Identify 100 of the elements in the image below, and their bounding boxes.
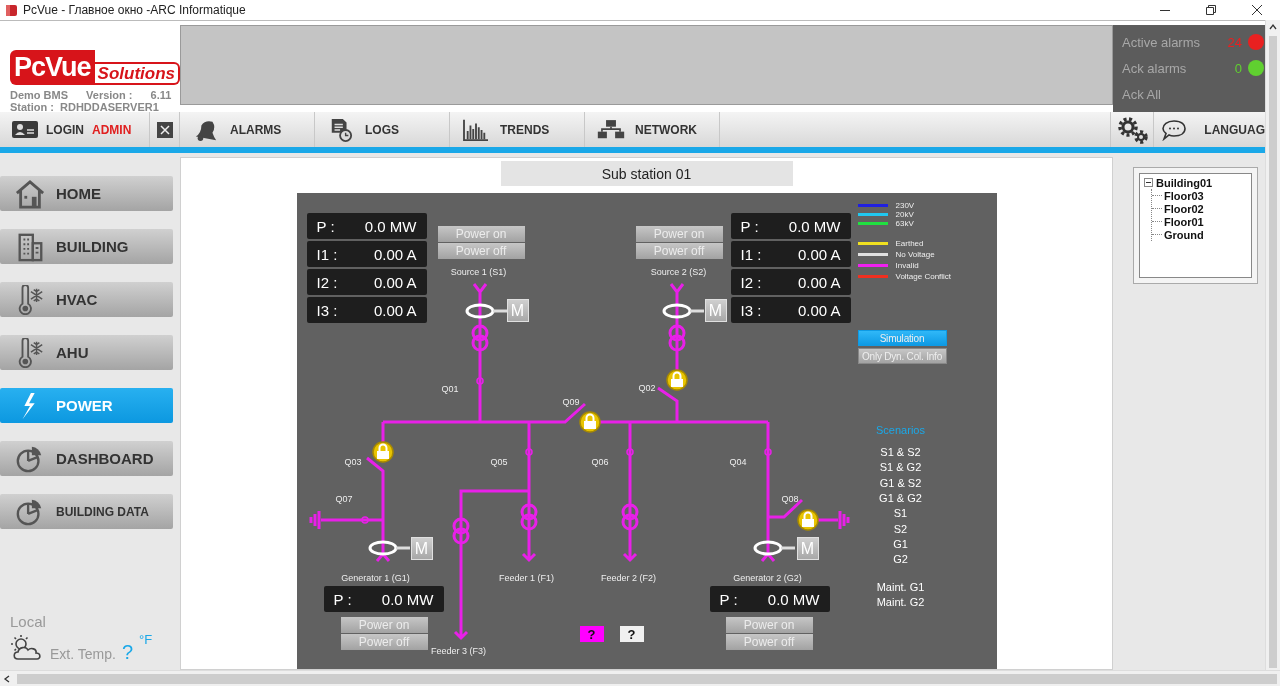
current-sensor-icon — [368, 540, 410, 556]
nav-button[interactable]: BUILDING — [0, 229, 173, 264]
breaker-node-icon[interactable] — [475, 377, 484, 385]
scenario-link[interactable]: G1 & G2 — [879, 490, 922, 507]
meter-value: 0.0 MW — [364, 217, 417, 235]
vertical-scrollbar[interactable] — [1265, 20, 1280, 670]
transformer-icon — [452, 517, 469, 545]
legend-label: 20kV — [895, 210, 914, 219]
nav-button[interactable]: BUILDING DATA — [0, 494, 173, 529]
nav-button[interactable]: DASHBOARD — [0, 441, 173, 476]
breaker-label: Q03 — [344, 457, 362, 467]
breaker-label: Q08 — [781, 494, 799, 504]
meter-label: I2 : — [740, 273, 762, 291]
breaker-label: Q06 — [591, 457, 609, 467]
lock-icon[interactable] — [796, 509, 819, 531]
transformer-icon — [621, 503, 638, 531]
tree-item[interactable]: Ground — [1164, 228, 1204, 241]
legend-label: No Voltage — [895, 250, 935, 259]
lock-icon[interactable] — [371, 441, 394, 463]
nav-button[interactable]: HOME — [0, 176, 173, 211]
help-button[interactable]: ? — [579, 626, 604, 642]
source-label: Source 1 (S1) — [449, 267, 508, 277]
feeder-label: Feeder 2 (F2) — [600, 573, 657, 583]
maintenance-link[interactable]: Maint. G1 — [876, 579, 925, 595]
scenario-link[interactable]: S2 — [893, 521, 908, 537]
weather-cloud-sun-icon — [10, 634, 44, 662]
scroll-left-icon[interactable] — [3, 674, 11, 683]
window-title: PcVue - Главное окно -ARC Informatique — [23, 3, 247, 17]
breaker-node-icon[interactable] — [360, 516, 369, 524]
alarm-count: 24 — [1227, 34, 1242, 50]
legend-label: Voltage Conflict — [895, 272, 952, 281]
tree-item[interactable]: Floor03 — [1164, 189, 1204, 202]
legend-label: 63kV — [895, 219, 914, 228]
breaker-label: Q05 — [490, 457, 508, 467]
temperature-unit: °F — [139, 632, 153, 647]
version-label: Version : — [86, 89, 133, 101]
breaker-label: Q02 — [638, 383, 656, 393]
meter-value: 0.00 A — [373, 245, 417, 263]
tree-item[interactable]: Building01 — [1156, 176, 1213, 189]
collapse-icon[interactable] — [1144, 178, 1153, 187]
logo-tagline: Solutions — [94, 62, 180, 85]
scenario-link[interactable]: S1 & S2 — [880, 445, 921, 461]
meter-value: 0.0 MW — [381, 590, 434, 608]
lock-icon[interactable] — [665, 369, 688, 391]
bar-chart-icon — [462, 117, 490, 142]
breaker-label: Q07 — [335, 494, 353, 504]
logo-brand: PcVue — [10, 50, 95, 85]
ground-icon — [838, 509, 849, 531]
meter-value: 0.00 A — [373, 273, 417, 291]
alarm-label: Active alarms — [1122, 34, 1202, 50]
scenario-link[interactable]: G2 — [893, 552, 908, 568]
station-label: Station : — [10, 101, 54, 113]
alarm-count: 0 — [1234, 60, 1242, 76]
restore-icon[interactable] — [1206, 5, 1216, 15]
station-value: RDHDDASERVER1 — [60, 101, 159, 113]
breaker-node-icon[interactable] — [524, 448, 533, 456]
scenario-link[interactable]: S1 & G2 — [879, 460, 922, 476]
current-sensor-icon — [465, 303, 507, 319]
meter-label: I2 : — [316, 273, 338, 291]
source-label: Source 2 (S2) — [649, 267, 708, 277]
transformer-icon — [520, 503, 537, 531]
meter-label: P : — [740, 217, 759, 235]
breaker-node-icon[interactable] — [763, 448, 772, 456]
scenario-link[interactable]: G1 — [893, 536, 908, 553]
login-button[interactable]: LOGIN — [46, 122, 84, 137]
lock-icon[interactable] — [578, 411, 601, 433]
breaker-node-icon[interactable] — [625, 448, 634, 456]
temperature-label: Ext. Temp. — [50, 646, 116, 662]
help-button[interactable]: ? — [619, 626, 644, 642]
nav-button[interactable]: AHU — [0, 335, 173, 370]
meter-label: P : — [316, 217, 335, 235]
breaker-label: Q04 — [729, 457, 747, 467]
legend-label: 230V — [895, 201, 915, 210]
close-icon[interactable] — [1252, 5, 1262, 15]
meter-label: I1 : — [316, 245, 338, 263]
scroll-up-icon[interactable] — [1269, 23, 1277, 31]
meter-value: 0.00 A — [797, 245, 841, 263]
feeder-label: Feeder 3 (F3) — [430, 646, 487, 656]
meter-label: P : — [719, 590, 738, 608]
scenario-link[interactable]: S1 — [893, 506, 908, 522]
transformer-icon — [471, 324, 488, 352]
alarm-label: Ack alarms — [1122, 60, 1188, 76]
language-button[interactable]: LANGUAG — [1194, 122, 1265, 137]
meter-value: 0.00 A — [797, 301, 841, 319]
close-icon[interactable] — [156, 121, 173, 138]
tree-item[interactable]: Floor01 — [1164, 215, 1204, 228]
feeder-label: Feeder 1 (F1) — [498, 573, 555, 583]
chat-icon[interactable] — [1161, 118, 1188, 141]
generator-label: Generator 1 (G1) — [340, 573, 411, 583]
scenarios-title: Scenarios — [876, 424, 925, 436]
id-card-icon — [12, 121, 38, 138]
tree-item[interactable]: Floor02 — [1164, 202, 1204, 215]
nav-button[interactable]: HVAC — [0, 282, 173, 317]
maintenance-link[interactable]: Maint. G2 — [876, 594, 925, 610]
version-value: 6.11 — [150, 89, 172, 101]
scenario-link[interactable]: G1 & S2 — [879, 475, 922, 491]
transformer-icon — [668, 324, 685, 352]
meter-value: 0.0 MW — [767, 590, 820, 608]
horizontal-scrollbar[interactable] — [0, 670, 1280, 686]
ground-icon — [309, 509, 320, 531]
